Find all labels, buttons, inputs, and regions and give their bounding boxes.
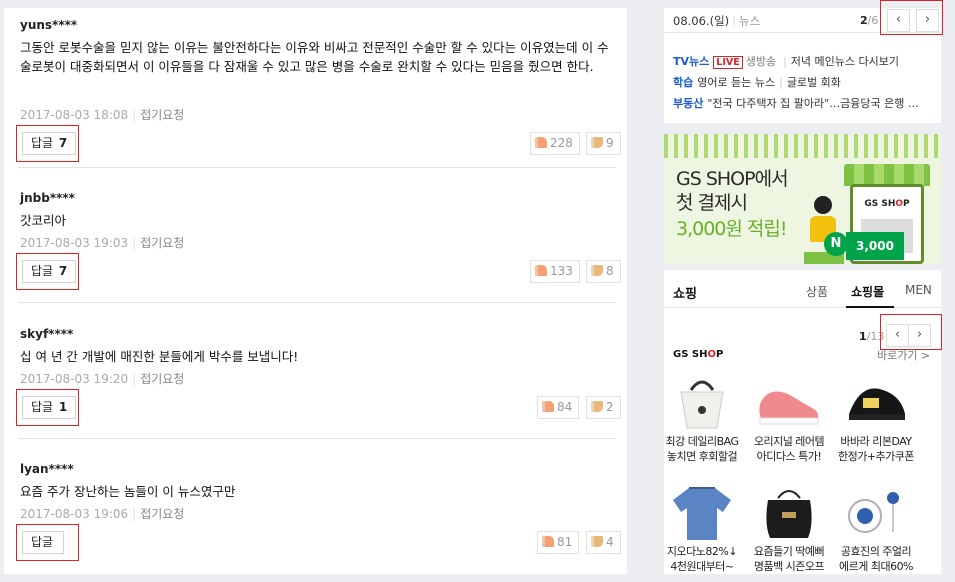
gs-shop-logo[interactable]: GS SHOP — [673, 349, 723, 360]
like-button[interactable]: 81 — [537, 531, 580, 554]
highlight-box — [880, 314, 942, 350]
product-card[interactable]: 오리지널 레어템 아디다스 특가! — [748, 374, 830, 464]
report-link[interactable]: 접기요청 — [140, 507, 184, 521]
dislike-button[interactable]: 8 — [586, 260, 621, 283]
news-item[interactable]: TV뉴스 LIVE 생방송 | 저녁 메인뉴스 다시보기 — [673, 53, 899, 69]
dislike-button[interactable]: 9 — [586, 132, 621, 155]
divider — [18, 167, 616, 168]
thumbs-up-icon — [542, 401, 554, 412]
product-name: 최강 데일리BAG — [665, 435, 740, 448]
shopping-title: 쇼핑 — [673, 287, 697, 302]
like-button[interactable]: 133 — [530, 260, 580, 283]
comment-meta: 2017-08-03 18:08 | 접기요청 — [20, 108, 185, 122]
report-link[interactable]: 접기요청 — [140, 372, 184, 386]
news-page-indicator: 2/6 — [860, 14, 879, 27]
comment-date: 2017-08-03 19:06 — [20, 507, 129, 521]
ad-headline: 3,000원 적립! — [676, 218, 787, 240]
report-link[interactable]: 접기요청 — [140, 236, 184, 250]
ad-headline: GS SHOP에서 — [676, 168, 789, 190]
product-name: 바바라 리본DAY — [840, 435, 912, 448]
active-tab-indicator — [846, 306, 894, 308]
ad-banner[interactable]: GS SHOP에서 첫 결제시 3,000원 적립! GS SHOP N 3,0… — [664, 134, 941, 264]
tab-shopping-mall[interactable]: 쇼핑몰 — [851, 283, 884, 300]
handbag-icon — [754, 484, 824, 540]
comment-body: 십 여 년 간 개발에 매진한 분들에게 박수를 보냅니다! — [20, 349, 299, 364]
jewelry-icon — [841, 484, 911, 540]
product-name: 공효진의 주얼리 — [840, 545, 912, 558]
shirt-icon — [667, 484, 737, 540]
reply-button[interactable]: 답글 — [22, 531, 65, 554]
reply-button[interactable]: 답글 1 — [22, 396, 77, 419]
product-desc: 4천원대부터~ — [670, 560, 734, 573]
divider — [18, 302, 616, 303]
thumbs-up-icon — [535, 137, 547, 148]
comment-list: yuns**** 그동안 로봇수술을 믿지 않는 이유는 불안전하다는 이유와 … — [4, 8, 627, 574]
news-category[interactable]: 뉴스 — [739, 14, 760, 28]
thumbs-down-icon — [591, 401, 603, 412]
divider — [664, 307, 941, 308]
product-desc: 한정가+추가쿠폰 — [837, 450, 915, 463]
dislike-button[interactable]: 2 — [586, 396, 621, 419]
shopping-widget: 쇼핑 상품 쇼핑몰 MEN 1/13 ‹ › GS SHOP 바로가기 > 최강… — [661, 270, 942, 574]
bag-icon — [667, 374, 737, 430]
comment-user[interactable]: skyf**** — [20, 327, 73, 341]
sneaker-icon — [754, 374, 824, 430]
like-button[interactable]: 84 — [537, 396, 580, 419]
product-name: 지오다노82%↓ — [666, 545, 738, 558]
store-awning-icon — [844, 164, 930, 186]
product-card[interactable]: 지오다노82%↓ 4천원대부터~ — [661, 484, 743, 574]
sandal-icon — [841, 374, 911, 430]
tab-men[interactable]: MEN — [905, 283, 932, 297]
product-card[interactable]: 공효진의 주얼리 에르게 최대60% — [835, 484, 917, 574]
report-link[interactable]: 접기요청 — [140, 108, 184, 122]
comment-user[interactable]: jnbb**** — [20, 191, 75, 205]
news-widget: 08.06.(일) | 뉴스 2/6 ‹ › TV뉴스 LIVE 생방송 | 저녁 메인뉴스… — [664, 0, 943, 123]
product-card[interactable]: 최강 데일리BAG 놓치면 후회할걸 — [661, 374, 743, 464]
news-date: 08.06.(일) | 뉴스 — [673, 14, 761, 28]
comment-date: 2017-08-03 18:08 — [20, 108, 129, 122]
product-desc: 에르게 최대60% — [838, 560, 914, 573]
ad-decoration — [664, 134, 941, 158]
ad-amount: 3,000 — [846, 232, 904, 260]
comment-body: 갓코리아 — [20, 213, 67, 228]
reply-button[interactable]: 답글 7 — [22, 132, 77, 155]
thumbs-down-icon — [591, 265, 603, 276]
tab-products[interactable]: 상품 — [806, 283, 828, 300]
comment-body: 요즘 주가 장난하는 놈들이 이 뉴스였구만 — [20, 484, 236, 499]
reply-button[interactable]: 답글 7 — [22, 260, 77, 283]
naver-pay-icon: N — [824, 232, 848, 256]
dislike-button[interactable]: 4 — [586, 531, 621, 554]
product-card[interactable]: 요즘들기 딱예뻐 명품백 시즌오프 — [748, 484, 830, 574]
comment-meta: 2017-08-03 19:03 | 접기요청 — [20, 236, 185, 250]
product-card[interactable]: 바바라 리본DAY 한정가+추가쿠폰 — [835, 374, 917, 464]
comment-date: 2017-08-03 19:20 — [20, 372, 129, 386]
product-name: 요즘들기 딱예뻐 — [753, 545, 825, 558]
divider — [18, 438, 616, 439]
news-item[interactable]: 학습 영어로 듣는 뉴스 | 글로벌 회화 — [673, 74, 841, 90]
product-desc: 아디다스 특가! — [756, 450, 822, 463]
product-name: 오리지널 레어템 — [753, 435, 825, 448]
product-desc: 명품백 시즌오프 — [753, 560, 825, 573]
comment-user[interactable]: yuns**** — [20, 18, 77, 32]
product-desc: 놓치면 후회할걸 — [666, 450, 738, 463]
like-button[interactable]: 228 — [530, 132, 580, 155]
news-item[interactable]: 부동산 "전국 다주택자 집 팔아라"…금융당국 은행 … — [673, 95, 919, 111]
thumbs-down-icon — [591, 536, 603, 547]
gs-shop-logo: GS SHOP — [864, 199, 910, 209]
comment-meta: 2017-08-03 19:20 | 접기요청 — [20, 372, 185, 386]
live-badge: LIVE — [713, 56, 743, 69]
comment-user[interactable]: lyan**** — [20, 462, 74, 476]
ad-headline: 첫 결제시 — [676, 192, 748, 214]
comment-meta: 2017-08-03 19:06 | 접기요청 — [20, 507, 185, 521]
goto-link[interactable]: 바로가기 > — [877, 347, 930, 363]
thumbs-up-icon — [542, 536, 554, 547]
comment-body: 그동안 로봇수술을 믿지 않는 이유는 불안전하다는 이유와 비싸고 전문적인 … — [20, 40, 609, 74]
highlight-box — [880, 0, 943, 35]
comment-date: 2017-08-03 19:03 — [20, 236, 129, 250]
thumbs-up-icon — [535, 265, 547, 276]
thumbs-down-icon — [591, 137, 603, 148]
